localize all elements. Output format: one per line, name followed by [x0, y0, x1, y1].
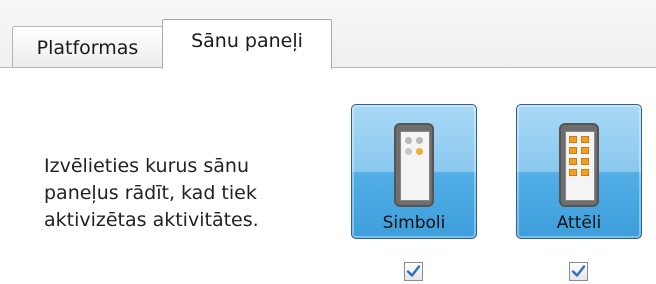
atteli-label: Attēli	[556, 213, 602, 233]
device-symbols-icon	[394, 123, 434, 207]
atteli-checkbox[interactable]	[569, 262, 588, 281]
atteli-panel-button[interactable]: Attēli	[516, 104, 642, 239]
tab-sanu-paneli-label: Sānu paneļi	[191, 29, 303, 52]
simboli-checkbox[interactable]	[404, 262, 423, 281]
panel-description: Izvēlieties kurus sānu paneļus rādīt, ka…	[44, 155, 259, 231]
checkmark-icon	[406, 265, 421, 277]
tab-strip: Platformas Sānu paneļi	[0, 0, 656, 69]
simboli-label: Simboli	[382, 213, 446, 233]
tab-sanu-paneli[interactable]: Sānu paneļi	[162, 19, 332, 69]
tab-platformas-label: Platformas	[36, 36, 139, 59]
simboli-panel-button[interactable]: Simboli	[351, 104, 477, 239]
tab-platformas[interactable]: Platformas	[12, 26, 163, 68]
checkmark-icon	[571, 265, 586, 277]
device-images-icon	[559, 123, 599, 207]
